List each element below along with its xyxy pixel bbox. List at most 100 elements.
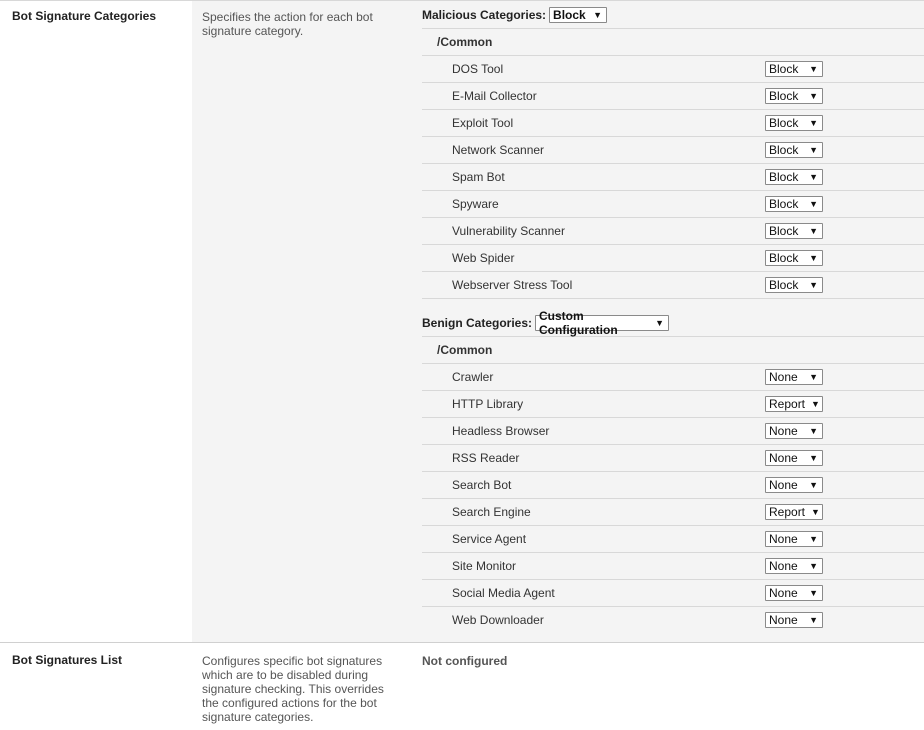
benign-categories-select[interactable]: Custom Configuration ▼ [535,309,670,337]
category-action-select[interactable]: Block ▼ [765,88,823,104]
category-action-select[interactable]: Block ▼ [765,277,823,293]
category-action-select[interactable]: Block ▼ [765,250,823,266]
category-row: DOS Tool Block ▼ [422,55,924,82]
category-name: HTTP Library [452,397,524,411]
category-row: Headless Browser None ▼ [422,417,924,444]
chevron-down-icon: ▼ [809,561,818,571]
benign-category-list: Crawler None ▼ HTTP Library Report ▼ Headless … [422,363,924,633]
category-name: E-Mail Collector [452,89,537,103]
row-value: Not configured [422,654,508,668]
chevron-down-icon: ▼ [809,426,818,436]
chevron-down-icon: ▼ [809,253,818,263]
category-row: Web Spider Block ▼ [422,244,924,271]
category-row: Site Monitor None ▼ [422,552,924,579]
select-value: None [769,451,798,465]
category-action-select[interactable]: Block ▼ [765,142,823,158]
chevron-down-icon: ▼ [809,145,818,155]
category-name: Site Monitor [452,559,517,573]
category-name: Web Downloader [452,613,544,627]
category-row: Network Scanner Block ▼ [422,136,924,163]
chevron-down-icon: ▼ [811,507,820,517]
category-action-select[interactable]: Report ▼ [765,396,823,412]
category-action-select[interactable]: None ▼ [765,477,823,493]
benign-group-label: /Common [422,336,924,363]
select-value: None [769,424,798,438]
category-name: Spyware [452,197,499,211]
chevron-down-icon: ▼ [809,226,818,236]
category-action-select[interactable]: None ▼ [765,585,823,601]
category-action-select[interactable]: None ▼ [765,558,823,574]
row-description: Specifies the action for each bot signat… [192,1,410,642]
category-row: Spam Bot Block ▼ [422,163,924,190]
category-name: DOS Tool [452,62,504,76]
chevron-down-icon: ▼ [809,118,818,128]
chevron-down-icon: ▼ [809,172,818,182]
select-value: Block [769,251,799,265]
chevron-down-icon: ▼ [809,453,818,463]
chevron-down-icon: ▼ [655,317,665,328]
chevron-down-icon: ▼ [809,534,818,544]
row-description: Configures specific bot signatures which… [202,654,384,724]
category-name: Web Spider [452,251,515,265]
category-row: Vulnerability Scanner Block ▼ [422,217,924,244]
category-row: Webserver Stress Tool Block ▼ [422,271,924,298]
select-value: Block [769,62,799,76]
select-value: Block [769,170,799,184]
category-action-select[interactable]: None ▼ [765,423,823,439]
category-row: Spyware Block ▼ [422,190,924,217]
category-row: Search Engine Report ▼ [422,498,924,525]
select-value: None [769,370,798,384]
select-value: None [769,559,798,573]
chevron-down-icon: ▼ [809,615,818,625]
category-name: Headless Browser [452,424,550,438]
row-label: Bot Signatures List [12,653,123,667]
category-name: Service Agent [452,532,527,546]
select-value: Block [769,116,799,130]
category-name: Network Scanner [452,143,545,157]
bot-signature-categories-row: Bot Signature Categories Specifies the a… [0,0,924,643]
chevron-down-icon: ▼ [809,480,818,490]
category-action-select[interactable]: Block ▼ [765,196,823,212]
select-value: None [769,478,798,492]
select-value: None [769,532,798,546]
select-value: None [769,586,798,600]
category-name: Vulnerability Scanner [452,224,565,238]
categories-panel: Malicious Categories: Block ▼ /Common DO… [410,1,924,642]
chevron-down-icon: ▼ [809,64,818,74]
chevron-down-icon: ▼ [809,372,818,382]
category-action-select[interactable]: None ▼ [765,612,823,628]
bot-signatures-list-row: Bot Signatures List Configures specific … [0,643,924,730]
category-name: Crawler [452,370,494,384]
category-name: Spam Bot [452,170,505,184]
category-action-select[interactable]: Block ▼ [765,115,823,131]
category-action-select[interactable]: Report ▼ [765,504,823,520]
malicious-categories-select[interactable]: Block ▼ [549,6,608,23]
row-label: Bot Signature Categories [12,9,157,23]
benign-categories-header: Benign Categories: Custom Configuration … [422,309,924,337]
chevron-down-icon: ▼ [809,91,818,101]
select-value: Block [553,7,586,22]
category-row: Crawler None ▼ [422,363,924,390]
category-action-select[interactable]: None ▼ [765,450,823,466]
category-action-select[interactable]: Block ▼ [765,169,823,185]
category-row: Service Agent None ▼ [422,525,924,552]
category-action-select[interactable]: None ▼ [765,369,823,385]
category-action-select[interactable]: Block ▼ [765,223,823,239]
chevron-down-icon: ▼ [809,588,818,598]
category-action-select[interactable]: None ▼ [765,531,823,547]
category-name: Social Media Agent [452,586,555,600]
malicious-categories-header: Malicious Categories: Block ▼ [422,1,924,28]
category-row: Search Bot None ▼ [422,471,924,498]
category-name: Webserver Stress Tool [452,278,573,292]
malicious-category-list: DOS Tool Block ▼ E-Mail Collector Block ▼ Expl… [422,55,924,298]
category-name: Search Engine [452,505,531,519]
category-action-select[interactable]: Block ▼ [765,61,823,77]
category-row: E-Mail Collector Block ▼ [422,82,924,109]
chevron-down-icon: ▼ [593,9,603,20]
section-divider [422,298,924,309]
category-row: Social Media Agent None ▼ [422,579,924,606]
category-row: RSS Reader None ▼ [422,444,924,471]
category-name: Exploit Tool [452,116,514,130]
select-value: Custom Configuration [539,308,618,337]
category-row: HTTP Library Report ▼ [422,390,924,417]
